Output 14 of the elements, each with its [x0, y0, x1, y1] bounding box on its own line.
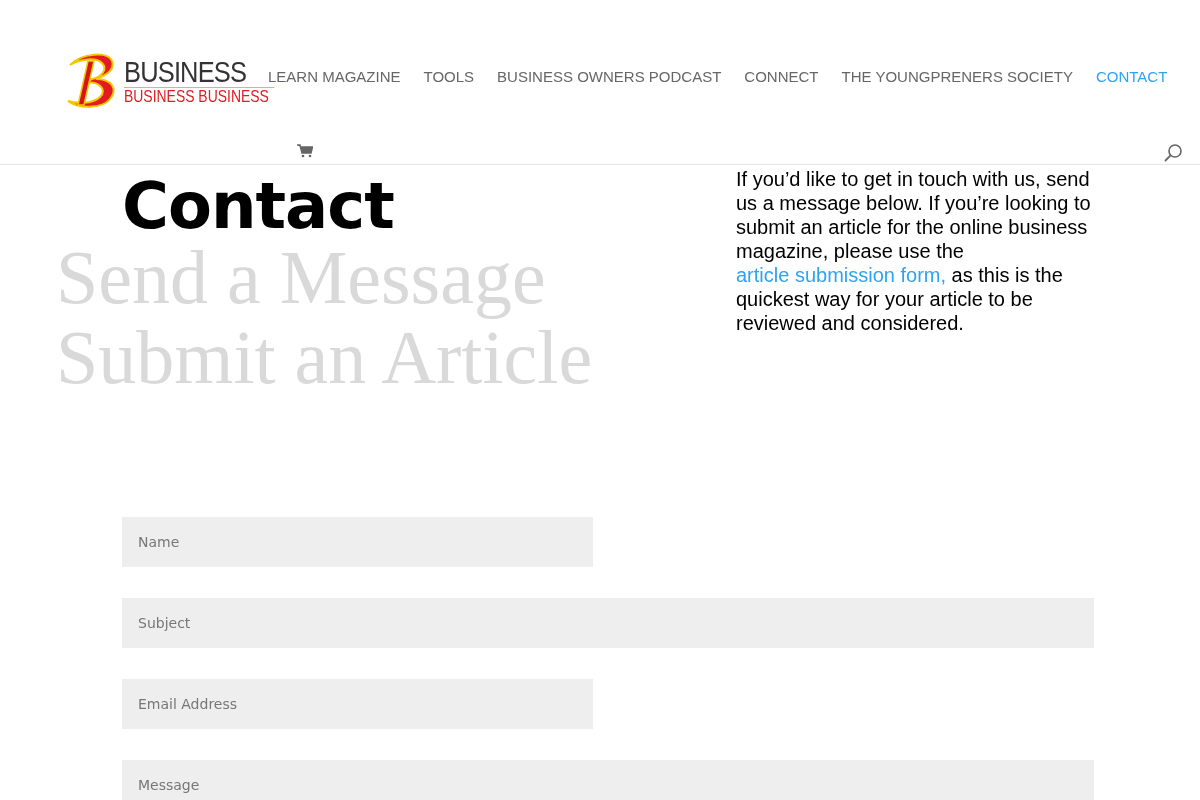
nav-link[interactable]: THE YOUNGPRENERS SOCIETY [841, 67, 1073, 85]
input-field[interactable]: Subject [122, 598, 1094, 648]
cart-icon[interactable] [297, 144, 313, 158]
nav-link[interactable]: BUSINESS OWNERS PODCAST [497, 67, 722, 85]
input-field[interactable]: Name [122, 517, 593, 567]
input-field[interactable]: Message [122, 760, 1094, 800]
intro-paragraph: If you’d like to get in touch with us, send us a message below. If you’re looking to submit an article for the online business magazine, please use the article submission form, as this is the quickest way for your article to be reviewed and considered. [736, 167, 1092, 336]
nav-link[interactable]: TOOLS [423, 67, 475, 85]
input-field[interactable]: Email Address [122, 679, 593, 729]
nav-link[interactable]: CONNECT [744, 67, 819, 85]
nav-link[interactable]: LEARN MAGAZINE [268, 67, 401, 85]
search-icon[interactable] [1164, 144, 1182, 162]
page-title: Contact [122, 169, 395, 243]
logo-subtitle: BUSINESS BUSINESS [124, 88, 269, 105]
